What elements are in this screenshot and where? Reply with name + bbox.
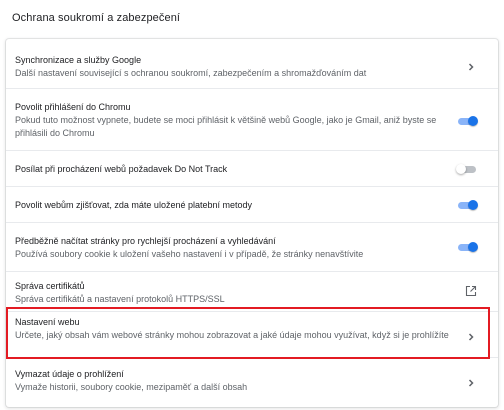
privacy-settings-card: Synchronizace a služby Google Další nast…	[6, 39, 498, 407]
row-sync-google-services[interactable]: Synchronizace a služby Google Další nast…	[6, 39, 498, 88]
row-label: Vymazat údaje o prohlížení	[15, 369, 124, 379]
toggle-knob	[456, 164, 466, 174]
external-link-icon[interactable]	[465, 284, 477, 297]
row-label: Synchronizace a služby Google	[15, 55, 142, 65]
chevron-right-icon[interactable]	[467, 332, 475, 342]
row-label: Povolit webům zjišťovat, zda máte uložen…	[15, 200, 253, 210]
row-label: Posílat při procházení webů požadavek Do…	[15, 164, 228, 174]
row-description: Pokud tuto možnost vypnete, budete se mo…	[15, 115, 437, 138]
row-do-not-track[interactable]: Posílat při procházení webů požadavek Do…	[6, 150, 498, 186]
row-description: Správa certifikátů a nastavení protokolů…	[15, 294, 225, 304]
row-label: Nastavení webu	[15, 317, 80, 327]
toggle-knob	[468, 242, 478, 252]
row-site-settings[interactable]: Nastavení webu Určete, jaký obsah vám we…	[6, 311, 498, 357]
payment-methods-toggle[interactable]	[456, 199, 478, 211]
row-preload-pages[interactable]: Předběžně načítat stránky pro rychlejší …	[6, 222, 498, 271]
row-description: Určete, jaký obsah vám webové stránky mo…	[15, 330, 449, 340]
row-label: Povolit přihlášení do Chromu	[15, 102, 131, 112]
row-label: Správa certifikátů	[15, 281, 85, 291]
row-manage-certificates[interactable]: Správa certifikátů Správa certifikátů a …	[6, 271, 498, 311]
preload-pages-toggle[interactable]	[456, 241, 478, 253]
section-title: Ochrana soukromí a zabezpečení	[12, 12, 181, 24]
row-description: Další nastavení související s ochranou s…	[15, 68, 367, 78]
row-clear-browsing-data[interactable]: Vymazat údaje o prohlížení Vymaže histor…	[6, 357, 498, 407]
do-not-track-toggle[interactable]	[456, 163, 478, 175]
row-label: Předběžně načítat stránky pro rychlejší …	[15, 236, 276, 246]
chevron-right-icon[interactable]	[467, 378, 475, 388]
row-payment-methods[interactable]: Povolit webům zjišťovat, zda máte uložen…	[6, 186, 498, 222]
toggle-knob	[468, 116, 478, 126]
row-allow-chrome-signin[interactable]: Povolit přihlášení do Chromu Pokud tuto …	[6, 88, 498, 150]
chevron-right-icon[interactable]	[467, 62, 475, 72]
row-description: Vymaže historii, soubory cookie, mezipam…	[15, 382, 248, 392]
toggle-knob	[468, 200, 478, 210]
row-description: Používá soubory cookie k uložení vašeho …	[15, 249, 364, 259]
allow-signin-toggle[interactable]	[456, 115, 478, 127]
